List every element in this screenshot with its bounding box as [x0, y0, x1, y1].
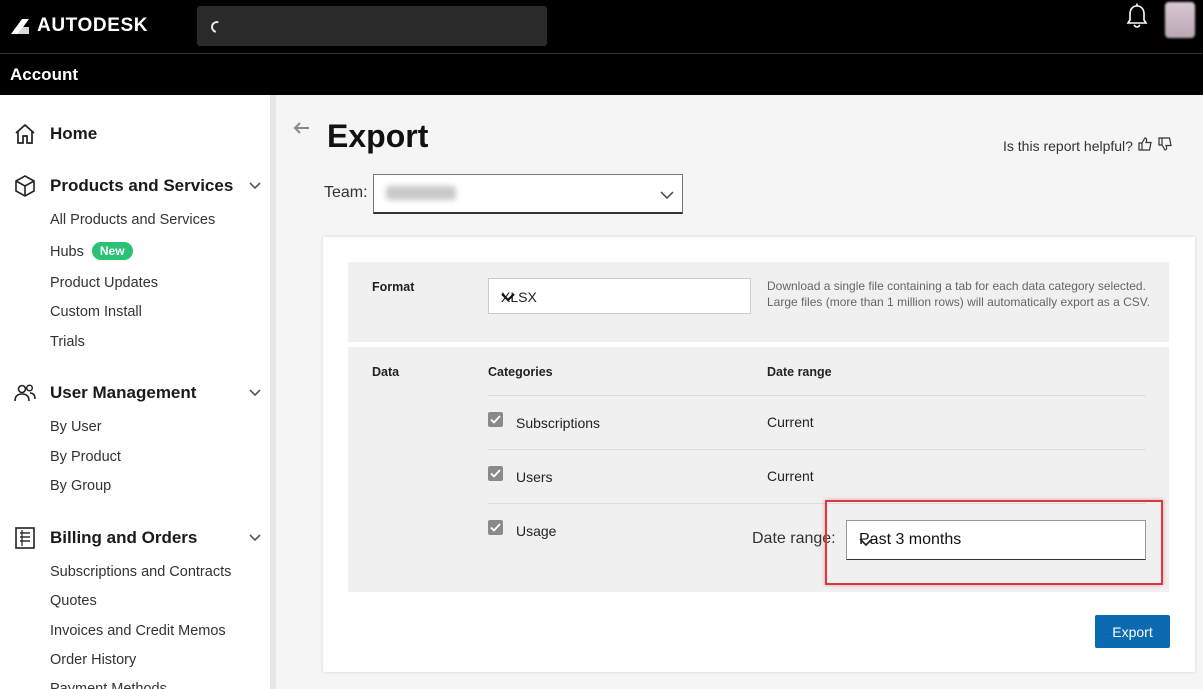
team-select[interactable]	[373, 174, 683, 214]
sidebar-item-trials[interactable]: Trials	[50, 334, 85, 350]
sidebar-item-product-updates[interactable]: Product Updates	[50, 275, 158, 291]
chevron-down-icon[interactable]	[240, 182, 270, 190]
sidebar-item-hubs-label: Hubs	[50, 244, 84, 260]
sidebar-home-label: Home	[50, 124, 98, 143]
sidebar-billing-title: Billing and Orders	[50, 528, 198, 547]
sidebar-item-quotes[interactable]: Quotes	[50, 593, 97, 609]
sidebar-item-custom-install[interactable]: Custom Install	[50, 304, 142, 320]
sidebar-products-title: Products and Services	[50, 176, 234, 195]
redacted-team-name	[386, 186, 456, 200]
sidebar-item-by-group[interactable]: By Group	[50, 478, 111, 494]
data-label: Data	[372, 365, 400, 379]
sidebar-item-subscriptions[interactable]: Subscriptions and Contracts	[50, 564, 231, 580]
usage-checkbox[interactable]	[488, 520, 503, 535]
sidebar-item-order-history[interactable]: Order History	[50, 652, 136, 668]
users-icon	[0, 381, 50, 405]
sidebar-item-payment-methods[interactable]: Payment Methods	[50, 681, 167, 689]
row-divider	[488, 449, 1146, 450]
search-input[interactable]	[197, 6, 547, 46]
chevron-down-icon	[501, 289, 740, 305]
sidebar-section-products[interactable]: Products and Services	[0, 171, 270, 201]
cube-icon	[0, 174, 50, 198]
range-users: Current	[767, 468, 814, 484]
format-label: Format	[372, 280, 415, 294]
sidebar-users-title: User Management	[50, 383, 197, 402]
sidebar-item-by-user[interactable]: By User	[50, 419, 102, 435]
sidebar-item-hubs[interactable]: Hubs New	[50, 242, 133, 260]
users-checkbox[interactable]	[488, 466, 503, 481]
chevron-down-icon	[660, 187, 674, 205]
date-range-header: Date range	[767, 365, 832, 379]
highlight-annotation	[825, 500, 1163, 585]
category-users: Users	[516, 469, 553, 485]
thumbs-up-icon[interactable]	[1137, 136, 1153, 155]
new-badge: New	[91, 242, 133, 260]
sidebar-item-invoices[interactable]: Invoices and Credit Memos	[50, 623, 226, 639]
range-subscriptions: Current	[767, 414, 814, 430]
brand-name: AUTODESK	[37, 15, 149, 36]
check-icon	[490, 469, 501, 478]
check-icon	[490, 415, 501, 424]
autodesk-logo[interactable]: AUTODESK	[9, 15, 148, 37]
thumbs-down-icon[interactable]	[1157, 136, 1173, 155]
subscriptions-checkbox[interactable]	[488, 412, 503, 427]
export-button[interactable]: Export	[1095, 615, 1170, 648]
user-avatar[interactable]	[1165, 2, 1195, 38]
back-arrow-icon[interactable]	[292, 120, 310, 141]
chevron-down-icon[interactable]	[240, 534, 270, 542]
sidebar-item-home[interactable]: Home	[0, 119, 270, 149]
sidebar-section-billing[interactable]: Billing and Orders	[0, 523, 270, 553]
feedback-prompt: Is this report helpful?	[1003, 136, 1173, 155]
home-icon	[0, 122, 50, 146]
loading-spinner-icon	[208, 18, 226, 36]
sidebar-section-users[interactable]: User Management	[0, 378, 270, 408]
category-subscriptions: Subscriptions	[516, 415, 601, 431]
usage-date-range-label: Date range:	[752, 530, 836, 547]
row-divider	[488, 395, 1146, 396]
autodesk-logo-icon	[11, 19, 29, 34]
category-usage: Usage	[516, 523, 557, 539]
format-select[interactable]: XLSX	[488, 278, 751, 314]
invoice-icon	[0, 526, 50, 550]
notifications-bell-icon[interactable]	[1125, 3, 1149, 36]
check-icon	[490, 523, 501, 532]
team-label: Team:	[324, 184, 368, 201]
account-bar: Account	[0, 53, 1203, 95]
chevron-down-icon[interactable]	[240, 389, 270, 397]
sidebar-item-all-products[interactable]: All Products and Services	[50, 212, 215, 228]
sidebar: Home Products and Services All Products …	[0, 95, 270, 689]
page-title: Export	[327, 118, 429, 154]
account-title: Account	[10, 65, 78, 84]
sidebar-item-by-product[interactable]: By Product	[50, 449, 121, 465]
feedback-label: Is this report helpful?	[1003, 137, 1133, 154]
top-bar: AUTODESK	[0, 0, 1203, 53]
format-help-text: Download a single file containing a tab …	[767, 279, 1151, 309]
categories-header: Categories	[488, 365, 553, 379]
